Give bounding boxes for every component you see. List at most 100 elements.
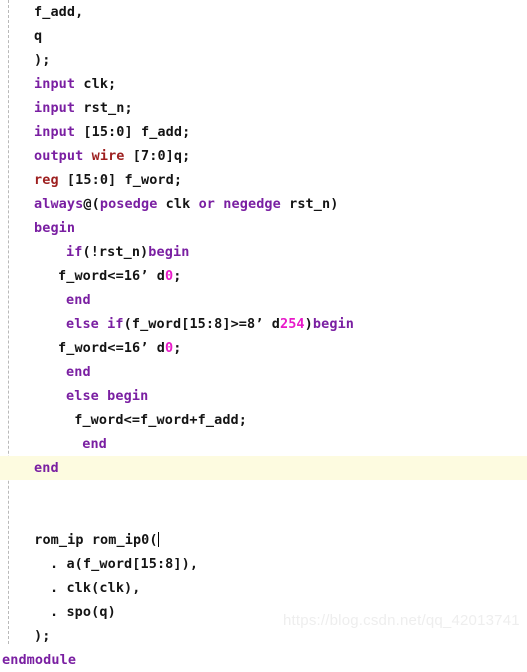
code-token-id: f_word<=16	[58, 340, 141, 356]
code-token-kw: begin	[107, 388, 149, 404]
code-line-text: end	[0, 432, 107, 456]
code-token-kw: posedge	[99, 196, 158, 212]
code-token-kw: end	[34, 460, 59, 476]
code-line[interactable]	[0, 504, 527, 528]
code-token-kw: always	[34, 196, 84, 212]
code-token-id: clk;	[75, 76, 117, 92]
code-line-text: f_word<=16’ d0;	[0, 264, 181, 288]
code-line-text: begin	[0, 216, 75, 240]
code-token-pl: @(	[83, 196, 100, 212]
code-token-kw: begin	[148, 244, 190, 260]
code-line-text: . clk(clk),	[0, 576, 141, 600]
code-token-id: [7:0]q;	[124, 148, 191, 164]
code-line[interactable]: endmodule	[0, 648, 527, 672]
code-line[interactable]: end	[0, 360, 527, 384]
code-token-id: )	[304, 316, 313, 332]
code-line[interactable]: q	[0, 24, 527, 48]
code-line-text: q	[0, 24, 42, 48]
code-token-id: f_word<=16	[58, 268, 141, 284]
code-line[interactable]: end	[0, 432, 527, 456]
code-token-kw: begin	[312, 316, 355, 332]
code-line[interactable]: );	[0, 48, 527, 72]
code-line[interactable]: else if(f_word[15:8]>=8’ d254)begin	[0, 312, 527, 336]
code-token-kw: input	[34, 100, 76, 116]
code-token-id: clk	[157, 196, 199, 212]
code-token-kw: begin	[34, 220, 76, 236]
code-line-text: f_word<=f_word+f_add;	[0, 408, 247, 432]
code-token-id	[99, 388, 107, 404]
code-line-text: reg [15:0] f_word;	[0, 168, 182, 192]
code-line[interactable]: . clk(clk),	[0, 576, 527, 600]
code-token-id: ’ d	[140, 340, 165, 356]
code-line[interactable]: end	[0, 456, 527, 480]
code-line-text: endmodule	[0, 648, 76, 672]
code-line[interactable]: f_add,	[0, 0, 527, 24]
code-line[interactable]: begin	[0, 216, 527, 240]
code-token-typ: wire	[91, 148, 125, 164]
code-token-kw: else	[66, 316, 99, 332]
code-token-typ: reg	[34, 172, 59, 188]
code-token-kw: end	[66, 364, 91, 380]
code-line-text: else begin	[0, 384, 148, 408]
code-line[interactable]: input clk;	[0, 72, 527, 96]
code-line-text: end	[0, 288, 91, 312]
code-line-text: );	[0, 48, 50, 72]
code-line[interactable]: f_word<=16’ d0;	[0, 336, 527, 360]
code-token-kw: input	[34, 124, 76, 140]
code-line-text: rom_ip rom_ip0(	[0, 528, 159, 552]
code-token-kw: output	[34, 148, 84, 164]
code-line[interactable]: input [15:0] f_add;	[0, 120, 527, 144]
code-token-num: 0	[164, 268, 174, 284]
code-line-text: input [15:0] f_add;	[0, 120, 190, 144]
code-line[interactable]: input rst_n;	[0, 96, 527, 120]
code-line[interactable]	[0, 480, 527, 504]
code-token-id: ’ d	[140, 268, 165, 284]
code-editor[interactable]: f_add, q); input clk; input rst_n; input [15…	[0, 0, 527, 668]
code-line-text: output wire [7:0]q;	[0, 144, 190, 168]
code-token-id: f_word<=f_word+f_add;	[66, 412, 248, 428]
code-token-id: . spo(q)	[50, 604, 116, 620]
code-line[interactable]: end	[0, 288, 527, 312]
code-token-kw: else	[66, 388, 99, 404]
code-token-kw: endmodule	[2, 652, 77, 668]
code-line[interactable]: reg [15:0] f_word;	[0, 168, 527, 192]
code-line-text: . spo(q)	[0, 600, 116, 624]
text-cursor	[157, 532, 159, 547]
code-token-id: f_add,	[34, 4, 84, 20]
code-token-id: ’ d	[255, 316, 280, 332]
code-token-id: q	[34, 28, 43, 44]
code-line-text: );	[0, 624, 50, 648]
code-line[interactable]: else begin	[0, 384, 527, 408]
code-token-id: [15:0] f_word;	[58, 172, 183, 188]
code-line-text: . a(f_word[15:8]),	[0, 552, 198, 576]
code-line[interactable]: output wire [7:0]q;	[0, 144, 527, 168]
csdn-watermark: https://blog.csdn.net/qq_42013741	[283, 612, 520, 629]
code-line-text: input rst_n;	[0, 96, 133, 120]
code-token-kw: end	[66, 292, 91, 308]
code-line[interactable]: if(!rst_n)begin	[0, 240, 527, 264]
code-line[interactable]: always@(posedge clk or negedge rst_n)	[0, 192, 527, 216]
code-token-num: 0	[164, 340, 174, 356]
code-line[interactable]: f_word<=f_word+f_add;	[0, 408, 527, 432]
code-token-id: rst_n)	[280, 196, 339, 212]
code-token-pl: );	[34, 628, 51, 644]
code-token-kw: negedge	[223, 196, 281, 212]
code-line-text: end	[0, 360, 91, 384]
code-lines-container[interactable]: f_add, q); input clk; input rst_n; input [15…	[0, 0, 527, 672]
code-line[interactable]: . a(f_word[15:8]),	[0, 552, 527, 576]
code-line-text: end	[0, 456, 59, 480]
code-line-text: f_word<=16’ d0;	[0, 336, 181, 360]
code-token-id: rst_n;	[75, 100, 133, 116]
code-line[interactable]: rom_ip rom_ip0(	[0, 528, 527, 552]
code-token-kw: or	[198, 196, 216, 212]
code-line-text: always@(posedge clk or negedge rst_n)	[0, 192, 338, 216]
code-token-id: [15:0] f_add;	[75, 124, 191, 140]
code-token-id: ;	[173, 268, 182, 284]
code-line[interactable]: f_word<=16’ d0;	[0, 264, 527, 288]
code-token-num: 254	[279, 316, 305, 332]
code-token-id	[99, 316, 107, 332]
code-line-text: if(!rst_n)begin	[0, 240, 189, 264]
code-token-id: rom_ip rom_ip0(	[26, 532, 158, 548]
code-token-id: . a(f_word[15:8]),	[50, 556, 199, 572]
